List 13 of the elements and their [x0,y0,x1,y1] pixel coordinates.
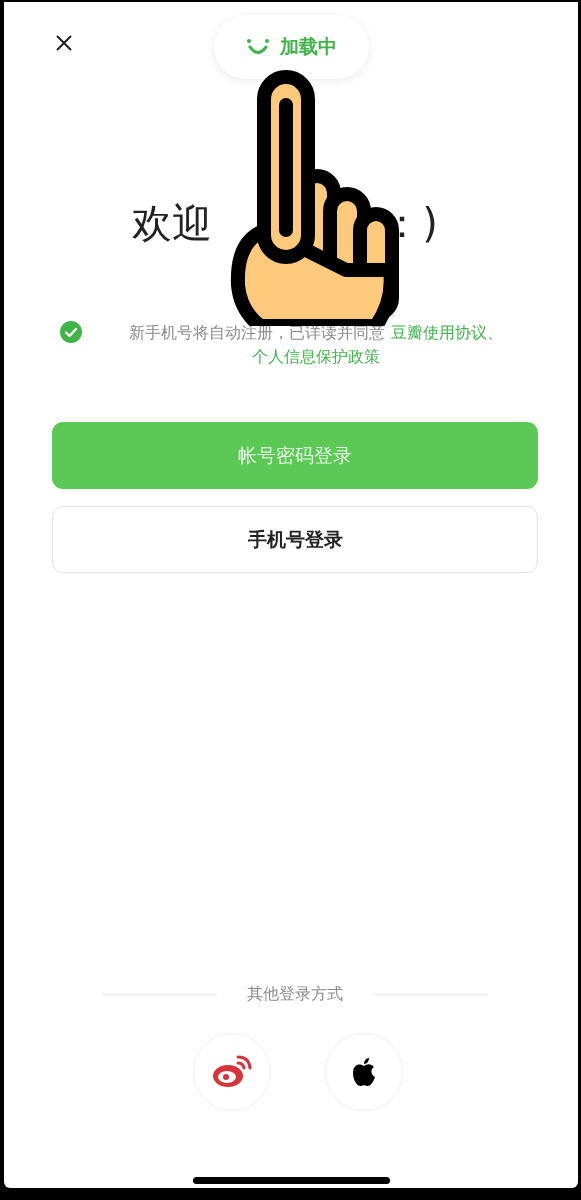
loading-toast: 加载中 [213,15,369,79]
phone-login-button[interactable]: 手机号登录 [52,506,538,573]
close-icon[interactable] [56,35,72,51]
weibo-icon [212,1055,252,1089]
apple-icon [351,1057,377,1087]
checkbox[interactable] [59,320,83,344]
welcome-title: 欢迎 [132,199,213,248]
smile-icon [245,38,270,56]
password-login-button[interactable]: 帐号密码登录 [52,422,538,489]
user-agreement-link[interactable]: 豆瓣使用协议、 [390,323,503,342]
privacy-policy-link[interactable]: 个人信息保护政策 [252,347,380,366]
other-login-label: 其他登录方式 [247,984,343,1005]
welcome-title: ：) [382,199,438,248]
